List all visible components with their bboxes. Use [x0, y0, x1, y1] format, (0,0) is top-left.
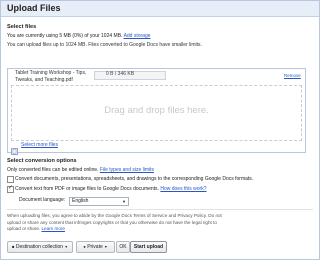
document-language-value: English	[72, 198, 89, 204]
file-name-line2: Tweaks, and Teaching.pdf	[15, 77, 73, 83]
ok-button[interactable]: OK	[116, 241, 130, 253]
terms-line1: When uploading files, you agree to abide…	[7, 213, 222, 218]
select-more-files-link[interactable]: Select more files	[21, 142, 58, 149]
file-name: Tablet Training Workshop - Tips, Tweaks,…	[15, 70, 86, 84]
convert-docs-label: Convert documents, presentations, spread…	[15, 176, 254, 182]
convert-docs-checkbox[interactable]	[7, 176, 14, 183]
storage-usage: You are currently using 5 MB (0%) of you…	[7, 33, 151, 40]
chevron-down-icon: ▼	[122, 199, 126, 204]
start-upload-button[interactable]: Start upload	[130, 241, 167, 253]
select-files-heading: Select files	[7, 24, 37, 30]
conversion-info-text: Only converted files can be edited onlin…	[7, 167, 99, 173]
dialog-title: Upload Files	[7, 3, 61, 13]
convert-ocr-checkbox[interactable]	[7, 184, 14, 193]
chevron-down-icon: ▼	[104, 245, 108, 249]
dialog-titlebar: Upload Files	[1, 1, 319, 17]
destination-collection-button[interactable]: ■ Destination collection ▼	[7, 241, 73, 253]
terms-line3-wrap: upload or share. Learn more	[7, 226, 222, 233]
sharing-label: Private	[87, 244, 103, 250]
add-storage-link[interactable]: Add storage	[124, 33, 151, 39]
chevron-down-icon: ▼	[64, 245, 68, 249]
folder-icon: ■	[12, 244, 15, 249]
divider	[7, 209, 313, 210]
conversion-heading: Select conversion options	[7, 158, 77, 164]
upload-dialog: Upload Files Select files You are curren…	[0, 0, 320, 260]
convert-ocr-option: Convert text from PDF or image files to …	[15, 186, 206, 193]
document-language-select[interactable]: English ▼	[69, 197, 129, 206]
remove-file-link[interactable]: Remove	[284, 73, 301, 78]
destination-collection-label: Destination collection	[15, 244, 64, 250]
terms-text: When uploading files, you agree to abide…	[7, 213, 222, 233]
terms-line3: upload or share.	[7, 226, 41, 231]
upload-limit-text: You can upload files up to 1024 MB. File…	[7, 42, 202, 48]
how-does-this-work-link[interactable]: How does this work?	[160, 186, 206, 192]
conversion-info: Only converted files can be edited onlin…	[7, 167, 154, 174]
drop-zone[interactable]: Drag and drop files here.	[11, 85, 302, 141]
file-size: 0 B / 346 KB	[106, 71, 135, 77]
lock-icon: ●	[83, 244, 86, 249]
select-files-icon	[11, 142, 18, 155]
file-types-link[interactable]: File types and size limits	[100, 167, 154, 173]
file-name-line1: Tablet Training Workshop - Tips,	[15, 70, 87, 76]
document-language-label: Document language:	[19, 197, 66, 203]
drop-zone-text: Drag and drop files here.	[104, 105, 209, 116]
convert-ocr-label: Convert text from PDF or image files to …	[15, 186, 159, 192]
storage-usage-text: You are currently using 5 MB (0%) of you…	[7, 33, 123, 39]
learn-more-link[interactable]: Learn more	[41, 226, 65, 231]
sharing-button[interactable]: ● Private ▼	[76, 241, 115, 253]
